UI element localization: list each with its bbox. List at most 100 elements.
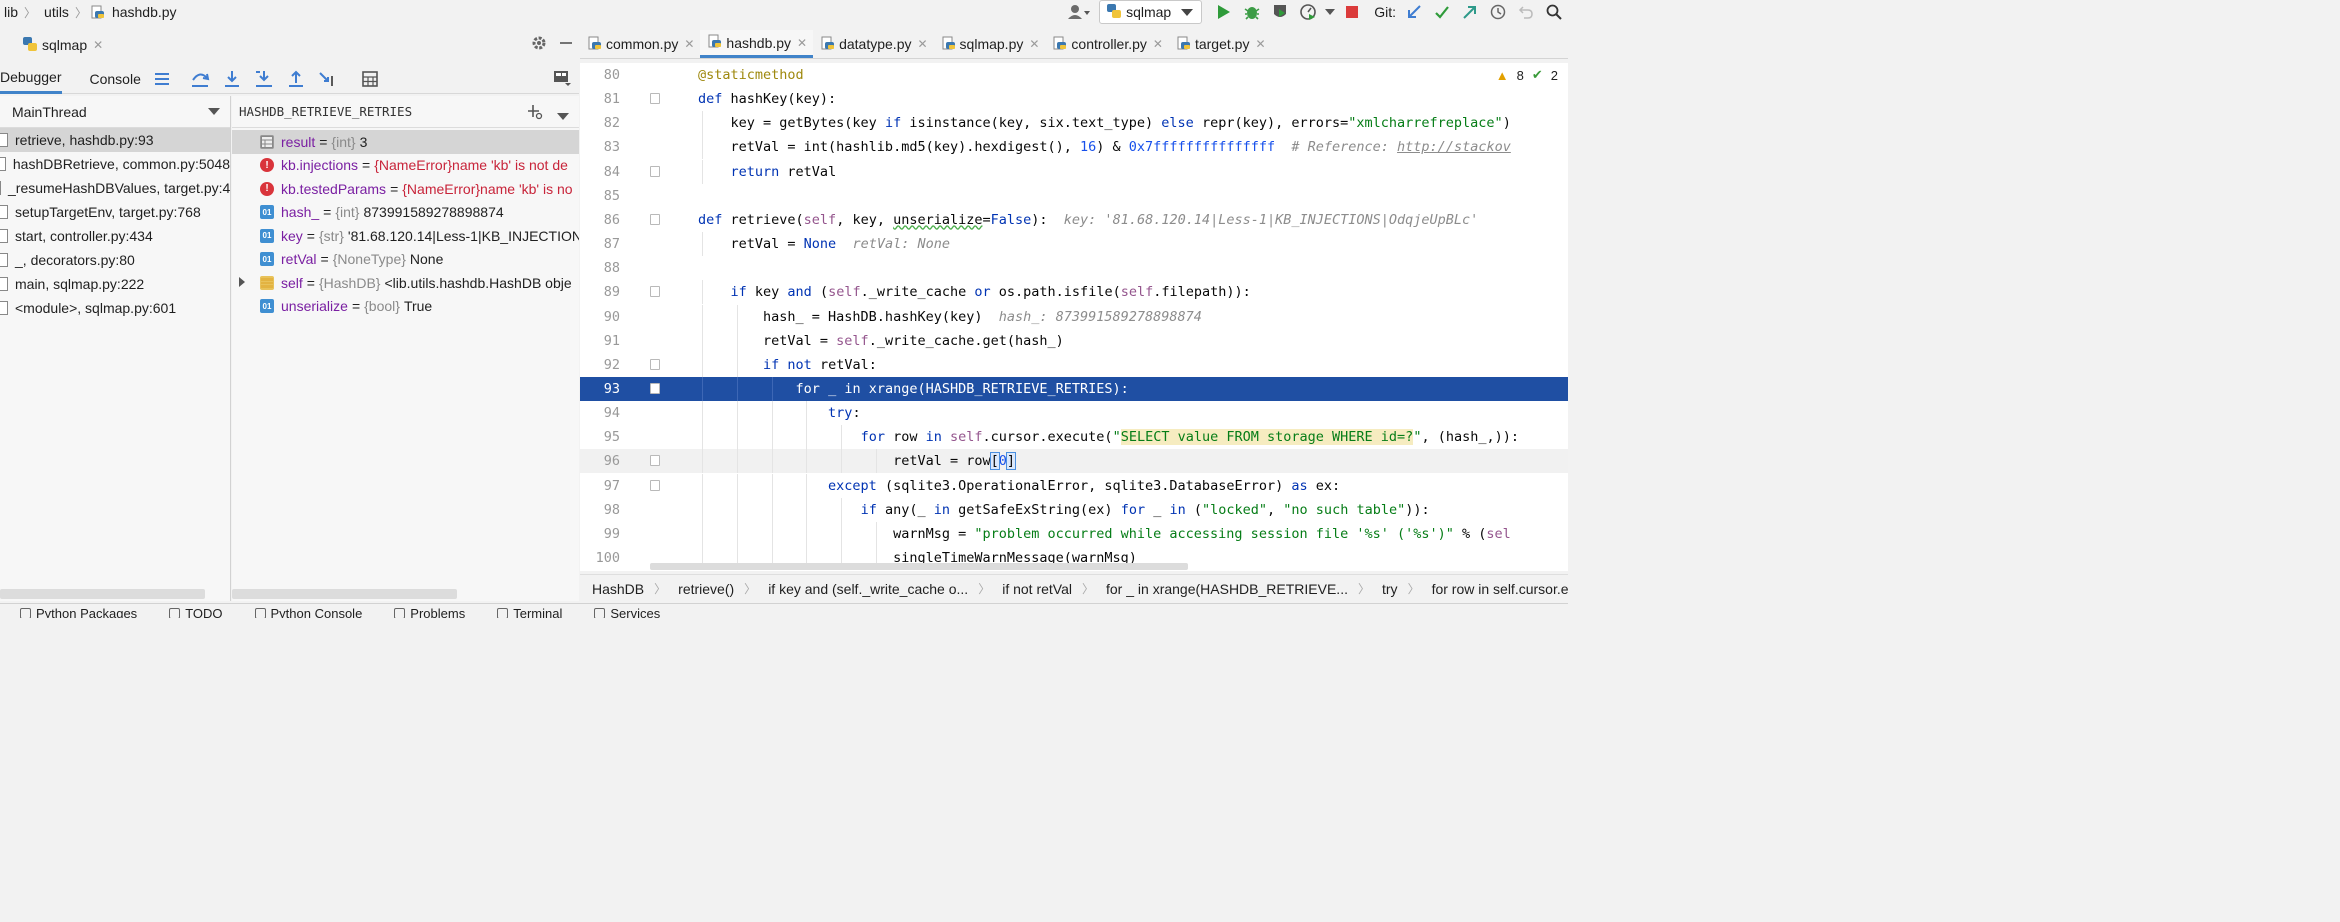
code-line[interactable]: 95 for row in self.cursor.execute("SELEC…	[580, 425, 1568, 450]
more-run-options-icon[interactable]	[1322, 0, 1338, 24]
code-editor[interactable]: ▲ 8 ✔ 2 80 @staticmethod 81 def hashKey(key…	[580, 63, 1568, 571]
editor-breadcrumb-item[interactable]: try	[1370, 581, 1408, 597]
watch-expression-bar[interactable]: HASHDB_RETRIEVE_RETRIES	[232, 96, 579, 128]
close-icon[interactable]: ✕	[1153, 37, 1163, 51]
stack-frame[interactable]: setupTargetEnv, target.py:768	[0, 200, 230, 224]
step-into-icon[interactable]	[219, 66, 245, 92]
editor-breadcrumb-item[interactable]: for row in self.cursor.exec	[1420, 581, 1568, 597]
code-line[interactable]: 87 retVal = None retVal: None	[580, 232, 1568, 257]
editor-tab[interactable]: controller.py ✕	[1045, 30, 1169, 58]
stack-frame[interactable]: _resumeHashDBValues, target.py:4	[0, 176, 230, 200]
code-line[interactable]: 88	[580, 256, 1568, 280]
editor-tab[interactable]: hashdb.py ✕	[700, 30, 814, 58]
layout-settings-icon[interactable]	[553, 70, 571, 89]
code-line[interactable]: 91 retVal = self._write_cache.get(hash_)	[580, 328, 1568, 353]
profile-icon[interactable]	[1294, 0, 1322, 24]
code-line[interactable]: 89 if key and (self._write_cache or os.p…	[580, 280, 1568, 305]
tool-window-button[interactable]: TODO	[149, 604, 234, 618]
debug-icon[interactable]	[1238, 0, 1266, 24]
fold-marker-icon[interactable]	[650, 213, 660, 225]
variable-row[interactable]: 01 retVal = {NoneType} None	[232, 248, 579, 272]
breadcrumb-hashdb[interactable]: hashdb.py	[108, 4, 179, 20]
variable-row[interactable]: result = {int} 3	[232, 130, 579, 154]
code-line[interactable]: 97 except (sqlite3.OperationalError, sql…	[580, 473, 1568, 498]
editor-breadcrumb-item[interactable]: if not retVal	[990, 581, 1082, 597]
run-to-cursor-icon[interactable]	[315, 66, 341, 92]
expand-arrow-icon[interactable]	[239, 277, 245, 287]
editor-horizontal-scrollbar[interactable]	[650, 563, 1188, 570]
run-with-coverage-icon[interactable]	[1266, 0, 1294, 24]
code-line[interactable]: 83 retVal = int(hashlib.md5(key).hexdige…	[580, 135, 1568, 160]
code-line[interactable]: 80 @staticmethod	[580, 63, 1568, 87]
close-icon[interactable]: ✕	[917, 37, 927, 51]
code-line[interactable]: 92 if not retVal:	[580, 352, 1568, 377]
code-line[interactable]: 96 retVal = row[0]	[580, 449, 1568, 474]
close-icon[interactable]: ✕	[684, 37, 694, 51]
editor-tab[interactable]: common.py ✕	[580, 30, 700, 58]
editor-breadcrumb-item[interactable]: retrieve()	[666, 581, 744, 597]
tool-window-button[interactable]: Python Packages	[0, 604, 149, 618]
variables-horizontal-scrollbar[interactable]	[232, 589, 457, 599]
fold-marker-icon[interactable]	[650, 165, 660, 177]
frames-horizontal-scrollbar[interactable]	[0, 589, 205, 599]
fold-marker-icon[interactable]	[650, 286, 660, 298]
variable-row[interactable]: 01 hash_ = {int} 873991589278898874	[232, 201, 579, 225]
user-account-icon[interactable]	[1065, 0, 1093, 24]
variable-row[interactable]: 01 key = {str} '81.68.120.14|Less-1|KB_INJEC…	[232, 224, 579, 248]
search-icon[interactable]	[1540, 0, 1568, 24]
git-push-icon[interactable]	[1456, 0, 1484, 24]
code-line[interactable]: 82 key = getBytes(key if isinstance(key,…	[580, 111, 1568, 136]
run-configuration-select[interactable]: sqlmap	[1099, 0, 1203, 24]
evaluate-expression-icon[interactable]	[357, 66, 383, 92]
fold-marker-icon[interactable]	[650, 382, 660, 394]
code-line[interactable]: 98 if any(_ in getSafeExString(ex) for _…	[580, 497, 1568, 522]
stack-frame[interactable]: _, decorators.py:80	[0, 248, 230, 272]
breadcrumb-utils[interactable]: utils	[40, 4, 71, 20]
editor-breadcrumb-item[interactable]: HashDB	[580, 581, 654, 597]
editor-tab[interactable]: sqlmap.py ✕	[934, 30, 1046, 58]
code-line[interactable]: 94 try:	[580, 401, 1568, 426]
tool-window-button[interactable]: Terminal	[477, 604, 574, 618]
stack-frame[interactable]: <module>, sqlmap.py:601	[0, 296, 230, 320]
gear-icon[interactable]	[531, 35, 547, 54]
editor-tab[interactable]: target.py ✕	[1169, 30, 1272, 58]
close-icon[interactable]: ✕	[797, 36, 807, 50]
stack-frame[interactable]: retrieve, hashdb.py:93	[0, 128, 230, 152]
close-icon[interactable]: ✕	[93, 38, 103, 52]
variable-row[interactable]: ! kb.testedParams = {NameError}name 'kb' is…	[232, 177, 579, 201]
code-line[interactable]: 86 def retrieve(self, key, unserialize=Fa…	[580, 208, 1568, 232]
fold-marker-icon[interactable]	[650, 479, 660, 491]
git-update-icon[interactable]	[1400, 0, 1428, 24]
code-line[interactable]: 84 return retVal	[580, 159, 1568, 184]
chevron-down-icon[interactable]	[557, 112, 569, 120]
git-rollback-icon[interactable]	[1512, 0, 1540, 24]
tab-console[interactable]: Console	[90, 64, 141, 94]
fold-marker-icon[interactable]	[650, 93, 660, 105]
editor-tab[interactable]: datatype.py ✕	[813, 30, 933, 58]
stack-frame[interactable]: main, sqlmap.py:222	[0, 272, 230, 296]
code-line[interactable]: 90 hash_ = HashDB.hashKey(key) hash_: 87…	[580, 304, 1568, 329]
add-watch-icon[interactable]	[527, 104, 543, 123]
stack-frame[interactable]: start, controller.py:434	[0, 224, 230, 248]
code-line[interactable]: 81 def hashKey(key):	[580, 87, 1568, 111]
step-over-icon[interactable]	[187, 66, 213, 92]
execution-point-line[interactable]: 93 for _ in xrange(HASHDB_RETRIEVE_RETRI…	[580, 376, 1568, 401]
stack-frame[interactable]: hashDBRetrieve, common.py:5048	[0, 152, 230, 176]
minimize-icon[interactable]	[559, 36, 573, 53]
variable-row[interactable]: ! kb.injections = {NameError}name 'kb' is n…	[232, 154, 579, 178]
stop-icon[interactable]	[1338, 0, 1366, 24]
code-line[interactable]: 99 warnMsg = "problem occurred while acc…	[580, 521, 1568, 546]
fold-marker-icon[interactable]	[650, 455, 660, 467]
show-execution-point-icon[interactable]	[149, 66, 175, 92]
run-tab-sqlmap[interactable]: sqlmap ✕	[0, 31, 109, 59]
run-icon[interactable]	[1210, 0, 1238, 24]
thread-selector[interactable]: MainThread	[0, 96, 230, 128]
breadcrumb-lib[interactable]: lib	[0, 4, 20, 20]
close-icon[interactable]: ✕	[1255, 37, 1265, 51]
close-icon[interactable]: ✕	[1029, 37, 1039, 51]
step-into-my-code-icon[interactable]	[251, 66, 277, 92]
tab-debugger[interactable]: Debugger	[0, 64, 62, 94]
variable-row[interactable]: self = {HashDB} <lib.utils.hashdb.HashDB ob…	[232, 271, 579, 295]
tool-window-button[interactable]: Problems	[374, 604, 477, 618]
tool-window-button[interactable]: Services	[574, 604, 672, 618]
